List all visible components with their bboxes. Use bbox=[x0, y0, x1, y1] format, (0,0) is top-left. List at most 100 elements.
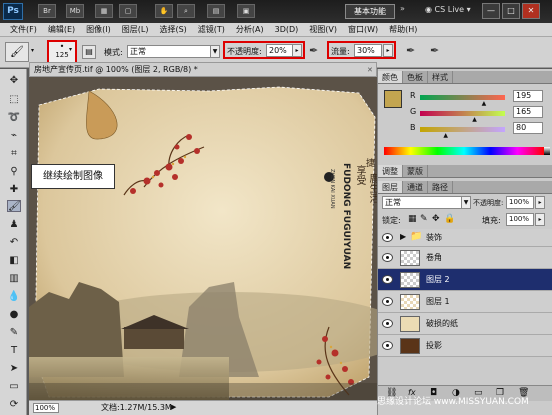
menu-edit[interactable]: 编辑(E) bbox=[43, 24, 81, 35]
opacity-input[interactable]: 20% bbox=[266, 44, 293, 57]
hand-tool-icon[interactable]: ✋ bbox=[155, 4, 173, 18]
history-brush-tool-icon[interactable]: ↶ bbox=[7, 237, 21, 249]
tab-color[interactable]: 颜色 bbox=[378, 71, 403, 83]
menu-filter[interactable]: 滤镜(T) bbox=[193, 24, 231, 35]
visibility-eye-icon[interactable] bbox=[382, 275, 393, 284]
chevron-down-icon[interactable]: ▼ bbox=[461, 196, 471, 209]
airbrush-icon[interactable]: ✒ bbox=[309, 44, 318, 57]
healing-brush-tool-icon[interactable]: ✚ bbox=[7, 184, 21, 196]
lock-transparency-icon[interactable]: ▦ bbox=[408, 214, 417, 224]
brush-tool-icon[interactable]: 🖌 bbox=[7, 200, 21, 212]
lock-pixels-icon[interactable]: ✎ bbox=[420, 214, 428, 224]
marquee-tool-icon[interactable]: ⬚ bbox=[7, 94, 21, 106]
menu-file[interactable]: 文件(F) bbox=[5, 24, 43, 35]
r-channel-value[interactable]: 195 bbox=[513, 90, 543, 102]
g-channel-value[interactable]: 165 bbox=[513, 106, 543, 118]
path-select-tool-icon[interactable]: ➤ bbox=[7, 363, 21, 375]
shape-tool-icon[interactable]: ▭ bbox=[7, 381, 21, 393]
visibility-eye-icon[interactable] bbox=[382, 341, 393, 350]
layer-opacity-arrow-icon[interactable]: ▸ bbox=[535, 196, 545, 209]
screen-mode-icon[interactable]: ▣ bbox=[237, 4, 255, 18]
document-canvas[interactable]: FUDONG FUGUIYUAN ZHEN KAI XUAN 享受 鹿生活 捷 bbox=[29, 77, 377, 400]
workspace-menu-icon[interactable]: » bbox=[400, 4, 405, 13]
layer-row-group[interactable]: ▶ 📁 装饰 bbox=[378, 229, 552, 247]
tool-preset-picker[interactable]: 🖌 bbox=[5, 42, 29, 62]
expand-triangle-icon[interactable]: ▶ bbox=[400, 232, 406, 241]
brush-panel-toggle-icon[interactable]: ▤ bbox=[82, 45, 96, 59]
eraser-tool-icon[interactable]: ◧ bbox=[7, 255, 21, 267]
r-slider-thumb-icon[interactable]: ▲ bbox=[482, 100, 487, 107]
chevron-down-icon[interactable]: ▼ bbox=[210, 45, 220, 58]
zoom-tool-icon[interactable]: ⌕ bbox=[177, 4, 195, 18]
blur-tool-icon[interactable]: 💧 bbox=[7, 291, 21, 303]
pen-tool-icon[interactable]: ✎ bbox=[7, 327, 21, 339]
foreground-color-swatch[interactable] bbox=[384, 90, 402, 108]
chevron-down-icon[interactable]: ▾ bbox=[31, 47, 34, 54]
b-slider-thumb-icon[interactable]: ▲ bbox=[443, 132, 448, 139]
move-tool-icon[interactable]: ✥ bbox=[7, 75, 21, 87]
close-button[interactable]: ✕ bbox=[522, 3, 540, 19]
workspace-button[interactable]: 基本功能 bbox=[345, 4, 395, 19]
chevron-down-icon[interactable]: ▾ bbox=[69, 46, 72, 53]
minimize-button[interactable]: — bbox=[482, 3, 500, 19]
extras-icon[interactable]: ▦ bbox=[95, 4, 113, 18]
flow-input[interactable]: 30% bbox=[354, 44, 382, 57]
b-channel-slider[interactable] bbox=[420, 127, 505, 132]
mode-select[interactable]: 正常 bbox=[127, 45, 211, 58]
tab-styles[interactable]: 样式 bbox=[428, 71, 453, 83]
menu-view[interactable]: 视图(V) bbox=[304, 24, 343, 35]
status-menu-arrow-icon[interactable]: ▶ bbox=[171, 401, 176, 414]
layer-row[interactable]: 破损的纸 bbox=[378, 313, 552, 335]
visibility-eye-icon[interactable] bbox=[382, 233, 393, 242]
menu-help[interactable]: 帮助(H) bbox=[384, 24, 423, 35]
tab-masks[interactable]: 蒙版 bbox=[403, 165, 428, 177]
tablet-size-icon[interactable]: ✒ bbox=[430, 44, 439, 57]
g-channel-slider[interactable] bbox=[420, 111, 505, 116]
menu-3d[interactable]: 3D(D) bbox=[270, 25, 305, 34]
layer-row[interactable]: 卷角 bbox=[378, 247, 552, 269]
blend-mode-select[interactable]: 正常 bbox=[382, 196, 462, 209]
menu-analysis[interactable]: 分析(A) bbox=[231, 24, 270, 35]
cs-live-button[interactable]: ◉ CS Live ▾ bbox=[425, 5, 471, 14]
black-white-ramp[interactable] bbox=[544, 147, 550, 155]
tab-paths[interactable]: 路径 bbox=[428, 181, 453, 193]
menu-image[interactable]: 图像(I) bbox=[81, 24, 117, 35]
crop-tool-icon[interactable]: ⌗ bbox=[7, 148, 21, 160]
bridge-icon[interactable]: Br bbox=[38, 4, 56, 18]
lasso-tool-icon[interactable]: ➰ bbox=[7, 112, 21, 124]
dodge-tool-icon[interactable]: ● bbox=[7, 309, 21, 321]
menu-layer[interactable]: 图层(L) bbox=[117, 24, 155, 35]
visibility-eye-icon[interactable] bbox=[382, 297, 393, 306]
zoom-field[interactable]: 100% bbox=[33, 403, 59, 413]
3d-rotate-tool-icon[interactable]: ⟳ bbox=[7, 399, 21, 411]
close-icon[interactable]: ✕ bbox=[367, 66, 373, 74]
fill-arrow-icon[interactable]: ▸ bbox=[535, 213, 545, 226]
opacity-slider-arrow-icon[interactable]: ▸ bbox=[292, 44, 302, 57]
g-slider-thumb-icon[interactable]: ▲ bbox=[472, 116, 477, 123]
lock-position-icon[interactable]: ✥ bbox=[432, 214, 440, 224]
lock-all-icon[interactable]: 🔒 bbox=[444, 214, 455, 224]
visibility-eye-icon[interactable] bbox=[382, 319, 393, 328]
layer-opacity-input[interactable]: 100% bbox=[506, 196, 534, 209]
flow-slider-arrow-icon[interactable]: ▸ bbox=[383, 44, 393, 57]
layer-row-selected[interactable]: 图层 2 bbox=[378, 269, 552, 291]
zoom-level-icon[interactable]: ▢ bbox=[119, 4, 137, 18]
tablet-pressure-icon[interactable]: ✒ bbox=[406, 44, 415, 57]
quick-select-tool-icon[interactable]: ⌁ bbox=[7, 130, 21, 142]
menu-window[interactable]: 窗口(W) bbox=[343, 24, 384, 35]
type-tool-icon[interactable]: T bbox=[7, 345, 21, 357]
eyedropper-tool-icon[interactable]: ⚲ bbox=[7, 166, 21, 178]
b-channel-value[interactable]: 80 bbox=[513, 122, 543, 134]
document-tab[interactable]: 房地产宣传页.tif @ 100% (图层 2, RGB/8) * bbox=[29, 62, 377, 77]
fill-input[interactable]: 100% bbox=[506, 213, 534, 226]
tab-layers[interactable]: 图层 bbox=[378, 181, 403, 193]
gradient-tool-icon[interactable]: ▥ bbox=[7, 273, 21, 285]
menu-select[interactable]: 选择(S) bbox=[154, 24, 192, 35]
color-spectrum-bar[interactable] bbox=[384, 147, 544, 155]
visibility-eye-icon[interactable] bbox=[382, 253, 393, 262]
tab-adjustments[interactable]: 调整 bbox=[378, 165, 403, 177]
minibridge-icon[interactable]: Mb bbox=[66, 4, 84, 18]
arrange-documents-icon[interactable]: ▤ bbox=[207, 4, 225, 18]
tab-swatches[interactable]: 色板 bbox=[403, 71, 428, 83]
tab-channels[interactable]: 通道 bbox=[403, 181, 428, 193]
